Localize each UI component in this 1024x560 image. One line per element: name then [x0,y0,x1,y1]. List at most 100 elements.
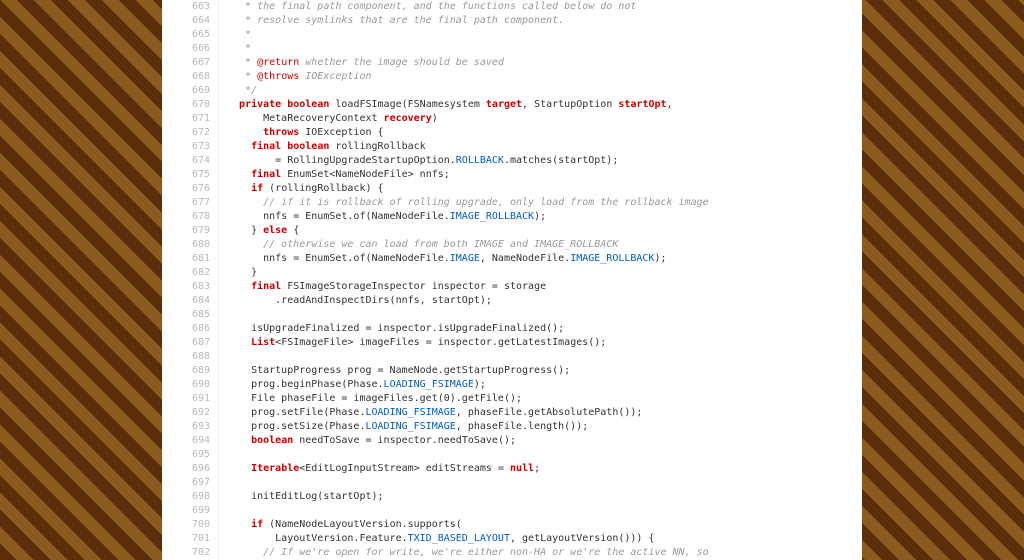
code-line[interactable]: 687 List<FSImageFile> imageFiles = inspe… [162,336,862,350]
line-number: 683 [162,280,219,294]
line-number: 697 [162,476,219,490]
line-number: 664 [162,14,219,28]
line-number: 668 [162,70,219,84]
code-content [219,448,863,462]
line-number: 696 [162,462,219,476]
code-line[interactable]: 682 } [162,266,862,280]
code-line[interactable]: 702 // If we're open for write, we're ei… [162,546,862,560]
code-line[interactable]: 693 prog.setSize(Phase.LOADING_FSIMAGE, … [162,420,862,434]
code-line[interactable]: 672 throws IOException { [162,126,862,140]
code-line[interactable]: 690 prog.beginPhase(Phase.LOADING_FSIMAG… [162,378,862,392]
code-content: = RollingUpgradeStartupOption.ROLLBACK.m… [219,154,863,168]
line-number: 689 [162,364,219,378]
code-content [219,308,863,322]
code-line[interactable]: 686 isUpgradeFinalized = inspector.isUpg… [162,322,862,336]
line-number: 673 [162,140,219,154]
line-number: 665 [162,28,219,42]
code-line[interactable]: 685 [162,308,862,322]
code-content: Iterable<EditLogInputStream> editStreams… [219,462,863,476]
code-content: prog.beginPhase(Phase.LOADING_FSIMAGE); [219,378,863,392]
line-number: 695 [162,448,219,462]
code-line[interactable]: 669 */ [162,84,862,98]
code-content: if (rollingRollback) { [219,182,863,196]
code-content: // If we're open for write, we're either… [219,546,863,560]
code-line[interactable]: 697 [162,476,862,490]
line-number: 666 [162,42,219,56]
line-number: 671 [162,112,219,126]
code-content: */ [219,84,863,98]
code-line[interactable]: 681 nnfs = EnumSet.of(NameNodeFile.IMAGE… [162,252,862,266]
line-number: 680 [162,238,219,252]
line-number: 688 [162,350,219,364]
code-line[interactable]: 695 [162,448,862,462]
line-number: 690 [162,378,219,392]
line-number: 682 [162,266,219,280]
code-line[interactable]: 700 if (NameNodeLayoutVersion.supports( [162,518,862,532]
code-content: nnfs = EnumSet.of(NameNodeFile.IMAGE, Na… [219,252,863,266]
code-line[interactable]: 665 * [162,28,862,42]
line-number: 698 [162,490,219,504]
code-line[interactable]: 678 nnfs = EnumSet.of(NameNodeFile.IMAGE… [162,210,862,224]
code-content: nnfs = EnumSet.of(NameNodeFile.IMAGE_ROL… [219,210,863,224]
code-line[interactable]: 694 boolean needToSave = inspector.needT… [162,434,862,448]
code-line[interactable]: 689 StartupProgress prog = NameNode.getS… [162,364,862,378]
code-content: final EnumSet<NameNodeFile> nnfs; [219,168,863,182]
code-line[interactable]: 692 prog.setFile(Phase.LOADING_FSIMAGE, … [162,406,862,420]
line-number: 681 [162,252,219,266]
line-number: 669 [162,84,219,98]
code-line[interactable]: 673 final boolean rollingRollback [162,140,862,154]
line-number: 679 [162,224,219,238]
line-number: 686 [162,322,219,336]
line-number: 693 [162,420,219,434]
code-line[interactable]: 683 final FSImageStorageInspector inspec… [162,280,862,294]
code-line[interactable]: 668 * @throws IOException [162,70,862,84]
code-content: * resolve symlinks that are the final pa… [219,14,863,28]
code-line[interactable]: 670 private boolean loadFSImage(FSNamesy… [162,98,862,112]
code-line[interactable]: 698 initEditLog(startOpt); [162,490,862,504]
code-line[interactable]: 663 * the final path component, and the … [162,0,862,14]
code-line[interactable]: 696 Iterable<EditLogInputStream> editStr… [162,462,862,476]
code-content: .readAndInspectDirs(nnfs, startOpt); [219,294,863,308]
code-content: // otherwise we can load from both IMAGE… [219,238,863,252]
line-number: 670 [162,98,219,112]
line-number: 694 [162,434,219,448]
code-line[interactable]: 680 // otherwise we can load from both I… [162,238,862,252]
line-number: 691 [162,392,219,406]
code-line[interactable]: 674 = RollingUpgradeStartupOption.ROLLBA… [162,154,862,168]
code-line[interactable]: 675 final EnumSet<NameNodeFile> nnfs; [162,168,862,182]
code-line[interactable]: 688 [162,350,862,364]
code-content: final boolean rollingRollback [219,140,863,154]
code-content: MetaRecoveryContext recovery) [219,112,863,126]
code-content [219,350,863,364]
code-content: List<FSImageFile> imageFiles = inspector… [219,336,863,350]
line-number: 700 [162,518,219,532]
code-content: isUpgradeFinalized = inspector.isUpgrade… [219,322,863,336]
code-line[interactable]: 699 [162,504,862,518]
code-content [219,504,863,518]
line-number: 701 [162,532,219,546]
line-number: 699 [162,504,219,518]
line-number: 687 [162,336,219,350]
line-number: 702 [162,546,219,560]
code-content: LayoutVersion.Feature.TXID_BASED_LAYOUT,… [219,532,863,546]
line-number: 684 [162,294,219,308]
code-line[interactable]: 667 * @return whether the image should b… [162,56,862,70]
code-line[interactable]: 676 if (rollingRollback) { [162,182,862,196]
code-content: if (NameNodeLayoutVersion.supports( [219,518,863,532]
code-line[interactable]: 671 MetaRecoveryContext recovery) [162,112,862,126]
code-line[interactable]: 677 // if it is rollback of rolling upgr… [162,196,862,210]
code-line[interactable]: 701 LayoutVersion.Feature.TXID_BASED_LAY… [162,532,862,546]
code-content: * @throws IOException [219,70,863,84]
code-content: * @return whether the image should be sa… [219,56,863,70]
code-content: } else { [219,224,863,238]
code-line[interactable]: 664 * resolve symlinks that are the fina… [162,14,862,28]
code-block: 663 * the final path component, and the … [162,0,862,560]
code-line[interactable]: 691 File phaseFile = imageFiles.get(0).g… [162,392,862,406]
line-number: 675 [162,168,219,182]
code-line[interactable]: 679 } else { [162,224,862,238]
line-number: 672 [162,126,219,140]
code-content: * the final path component, and the func… [219,0,863,14]
code-content: StartupProgress prog = NameNode.getStart… [219,364,863,378]
code-line[interactable]: 666 * [162,42,862,56]
code-line[interactable]: 684 .readAndInspectDirs(nnfs, startOpt); [162,294,862,308]
